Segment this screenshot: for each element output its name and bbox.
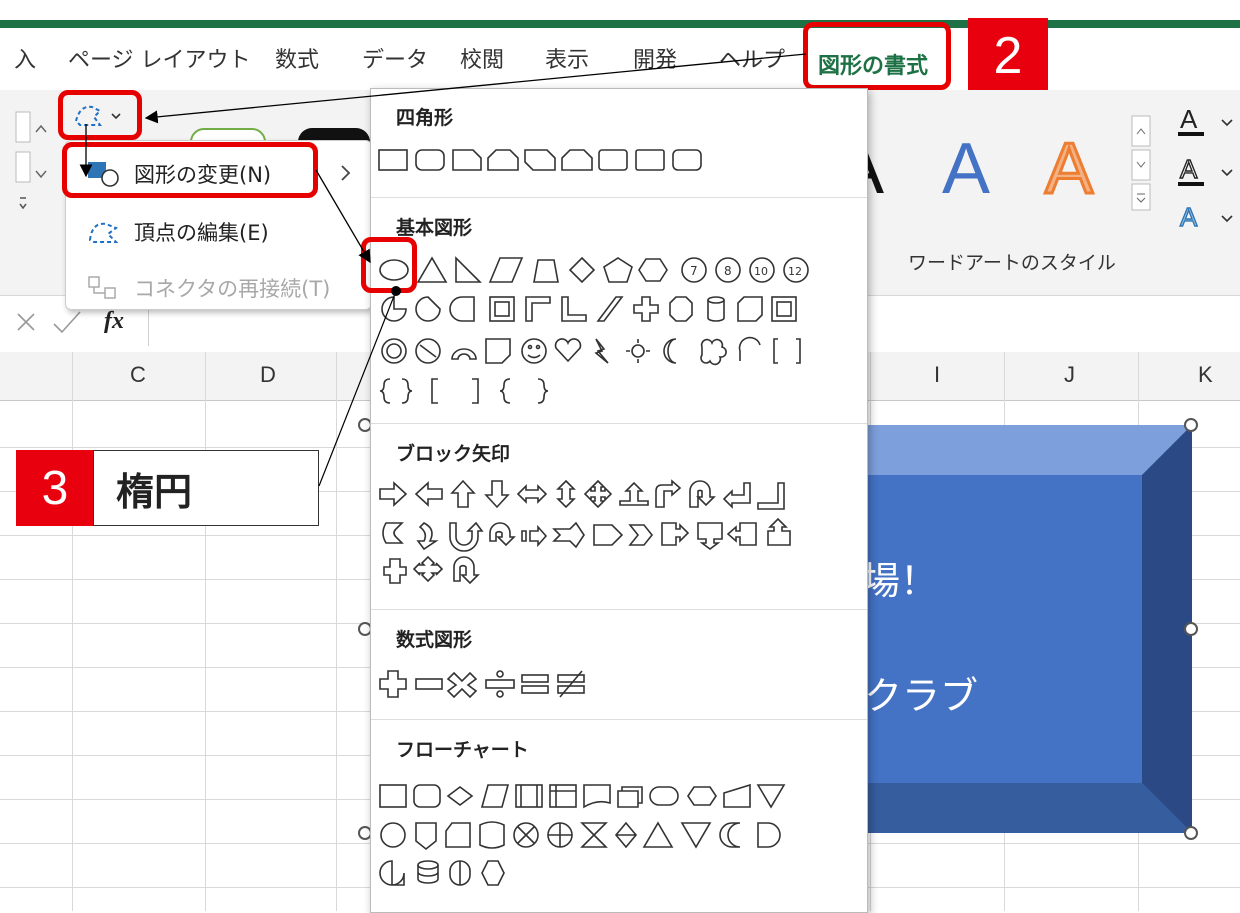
- annotation-arrows: [79, 53, 807, 487]
